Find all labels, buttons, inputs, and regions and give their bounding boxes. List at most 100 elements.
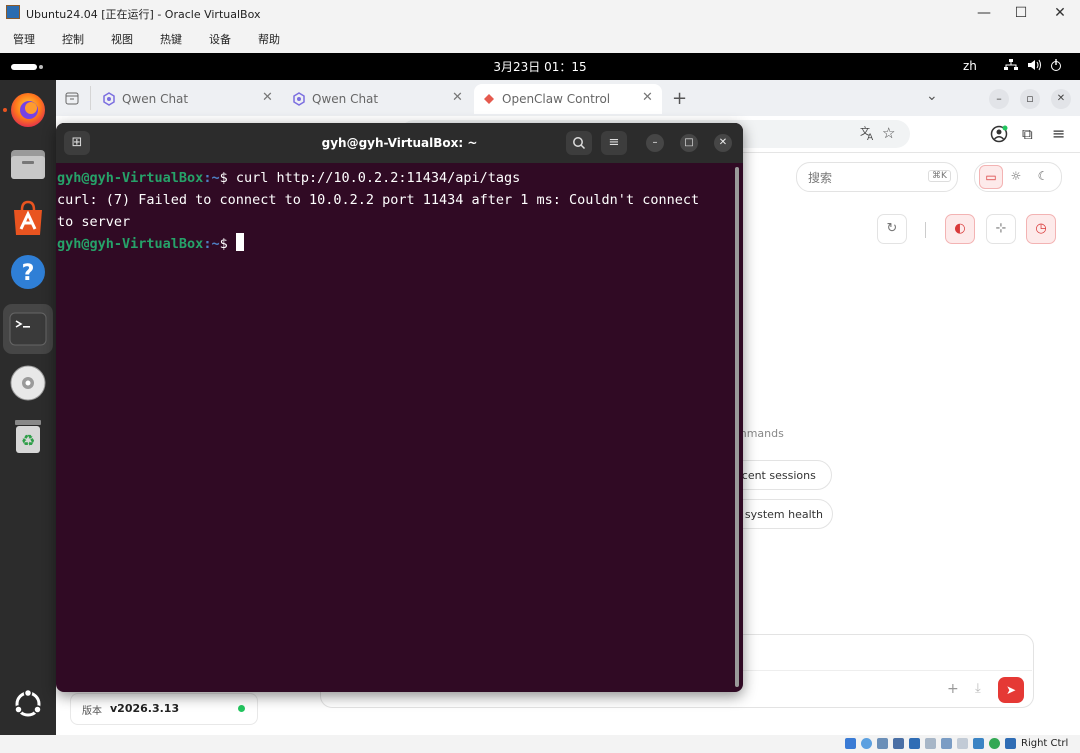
recording-icon[interactable] xyxy=(957,738,968,749)
terminal-close-icon[interactable]: ✕ xyxy=(714,134,732,152)
terminal-scrollbar[interactable] xyxy=(735,167,739,687)
terminal-minimize-icon[interactable]: – xyxy=(646,134,664,152)
terminal-output[interactable]: gyh@gyh-VirtualBox:~$ curl http://10.0.2… xyxy=(57,167,733,255)
maximize-button[interactable]: ☐ xyxy=(1003,3,1039,23)
terminal-line: gyh@gyh-VirtualBox:~$ curl http://10.0.2… xyxy=(57,167,733,189)
files-icon[interactable] xyxy=(8,144,48,184)
terminal-search-icon[interactable] xyxy=(566,131,592,155)
menu-view[interactable]: 视图 xyxy=(111,31,133,47)
network-adapter-icon[interactable] xyxy=(893,738,904,749)
brain-toggle-button[interactable]: ◐ xyxy=(945,214,975,244)
prompt-user-host: gyh@gyh-VirtualBox xyxy=(57,236,204,252)
input-method-indicator[interactable]: zh xyxy=(963,59,977,73)
version-value: v2026.3.13 xyxy=(110,702,180,715)
text-cursor xyxy=(235,233,244,251)
terminal-line: gyh@gyh-VirtualBox:~$ xyxy=(57,233,733,255)
window-title: Ubuntu24.04 [正在运行] - Oracle VirtualBox xyxy=(26,8,261,21)
terminal-window[interactable]: ⊞ gyh@gyh-VirtualBox: ~ ≡ – □ ✕ gyh@gyh-… xyxy=(56,123,743,692)
close-tab-icon[interactable]: ✕ xyxy=(642,90,653,105)
status-dot xyxy=(238,705,245,712)
terminal-line: curl: (7) Failed to connect to 10.0.2.2 … xyxy=(57,192,700,208)
menu-manage[interactable]: 管理 xyxy=(13,31,35,47)
clock[interactable]: 3月23日 01：15 xyxy=(0,58,1080,75)
terminal-menu-icon[interactable]: ≡ xyxy=(601,131,627,155)
display-icon[interactable] xyxy=(941,738,952,749)
menu-devices[interactable]: 设备 xyxy=(209,31,231,47)
network-icon[interactable] xyxy=(1004,59,1018,74)
prompt-path: :~ xyxy=(203,170,220,186)
version-label: 版本 xyxy=(82,706,102,717)
qwen-icon xyxy=(292,92,306,109)
light-theme-icon[interactable]: ☼ xyxy=(1005,165,1027,187)
commands-heading: mmands xyxy=(736,427,784,440)
browser-close-button[interactable]: ✕ xyxy=(1051,89,1071,109)
browser-restore-button[interactable]: ▫ xyxy=(1020,89,1040,109)
tab-list-dropdown[interactable]: ⌄ xyxy=(926,88,938,104)
virtualization-icon[interactable] xyxy=(973,738,984,749)
menu-hotkeys[interactable]: 热键 xyxy=(160,31,182,47)
firefox-icon[interactable] xyxy=(8,90,48,130)
minimize-button[interactable]: — xyxy=(966,3,1002,23)
browser-menu-icon[interactable]: ≡ xyxy=(1052,124,1065,143)
usb-icon[interactable] xyxy=(909,738,920,749)
account-icon[interactable] xyxy=(990,125,1008,147)
prompt-user-host: gyh@gyh-VirtualBox xyxy=(57,170,204,186)
running-indicator xyxy=(3,108,7,112)
terminal-icon[interactable] xyxy=(8,309,48,349)
menu-help[interactable]: 帮助 xyxy=(258,31,280,47)
command-text: $ curl http://10.0.2.2:11434/api/tags xyxy=(219,170,521,186)
focus-mode-button[interactable]: ⊹ xyxy=(986,214,1016,244)
prompt-symbol: $ xyxy=(219,236,236,252)
hard-disk-icon[interactable] xyxy=(845,738,856,749)
translate-icon[interactable]: 文A xyxy=(859,125,875,145)
dark-theme-icon[interactable]: ☾ xyxy=(1032,165,1054,187)
send-button[interactable]: ➤ xyxy=(998,677,1024,703)
tab-label: Qwen Chat xyxy=(122,92,189,106)
attach-icon[interactable]: + xyxy=(947,681,959,697)
trash-icon[interactable]: ♻ xyxy=(8,416,48,456)
tab-label: Qwen Chat xyxy=(312,92,379,106)
new-tab-button[interactable]: + xyxy=(672,88,687,109)
svg-text:?: ? xyxy=(22,261,35,286)
terminal-maximize-icon[interactable]: □ xyxy=(680,134,698,152)
app-center-icon[interactable] xyxy=(8,198,48,238)
system-theme-icon[interactable]: ▭ xyxy=(979,165,1003,189)
bookmark-star-icon[interactable]: ☆ xyxy=(882,124,895,142)
tab-qwen-chat-2[interactable]: Qwen Chat ✕ xyxy=(284,84,470,114)
terminal-line: to server xyxy=(57,214,131,230)
openclaw-icon xyxy=(482,92,496,109)
guest-additions-icon[interactable] xyxy=(989,738,1000,749)
tab-overview-icon[interactable] xyxy=(64,90,82,106)
extensions-icon[interactable]: ⧉ xyxy=(1022,125,1033,143)
qwen-icon xyxy=(102,92,116,109)
close-tab-icon[interactable]: ✕ xyxy=(452,90,463,105)
optical-disk-icon[interactable] xyxy=(861,738,872,749)
refresh-button[interactable]: ↻ xyxy=(877,214,907,244)
tab-label: OpenClaw Control xyxy=(502,92,611,106)
browser-minimize-button[interactable]: – xyxy=(989,89,1009,109)
audio-icon[interactable] xyxy=(877,738,888,749)
menu-control[interactable]: 控制 xyxy=(62,31,84,47)
shared-folder-icon[interactable] xyxy=(925,738,936,749)
tab-separator xyxy=(90,86,91,110)
download-icon[interactable]: ⤓ xyxy=(975,681,981,696)
history-button[interactable]: ◷ xyxy=(1026,214,1056,244)
keyboard-capture-icon[interactable] xyxy=(1005,738,1016,749)
toolbar-divider xyxy=(925,222,926,238)
close-tab-icon[interactable]: ✕ xyxy=(262,90,273,105)
power-icon[interactable] xyxy=(1050,59,1064,74)
svg-text:♻: ♻ xyxy=(21,431,35,450)
virtualbox-icon xyxy=(6,5,20,19)
tab-qwen-chat-1[interactable]: Qwen Chat ✕ xyxy=(94,84,280,114)
terminal-title: gyh@gyh-VirtualBox: ~ xyxy=(321,136,478,150)
host-key-label: Right Ctrl xyxy=(1021,738,1069,749)
show-apps-icon[interactable] xyxy=(12,688,44,724)
help-icon[interactable]: ? xyxy=(8,252,48,292)
prompt-path: :~ xyxy=(203,236,220,252)
search-placeholder: 搜索 xyxy=(808,171,833,185)
close-button[interactable]: ✕ xyxy=(1042,3,1078,23)
svg-text:A: A xyxy=(867,133,874,141)
tab-openclaw-control[interactable]: OpenClaw Control ✕ xyxy=(474,84,662,114)
volume-icon[interactable] xyxy=(1028,59,1042,74)
optical-drive-icon[interactable] xyxy=(8,363,48,403)
